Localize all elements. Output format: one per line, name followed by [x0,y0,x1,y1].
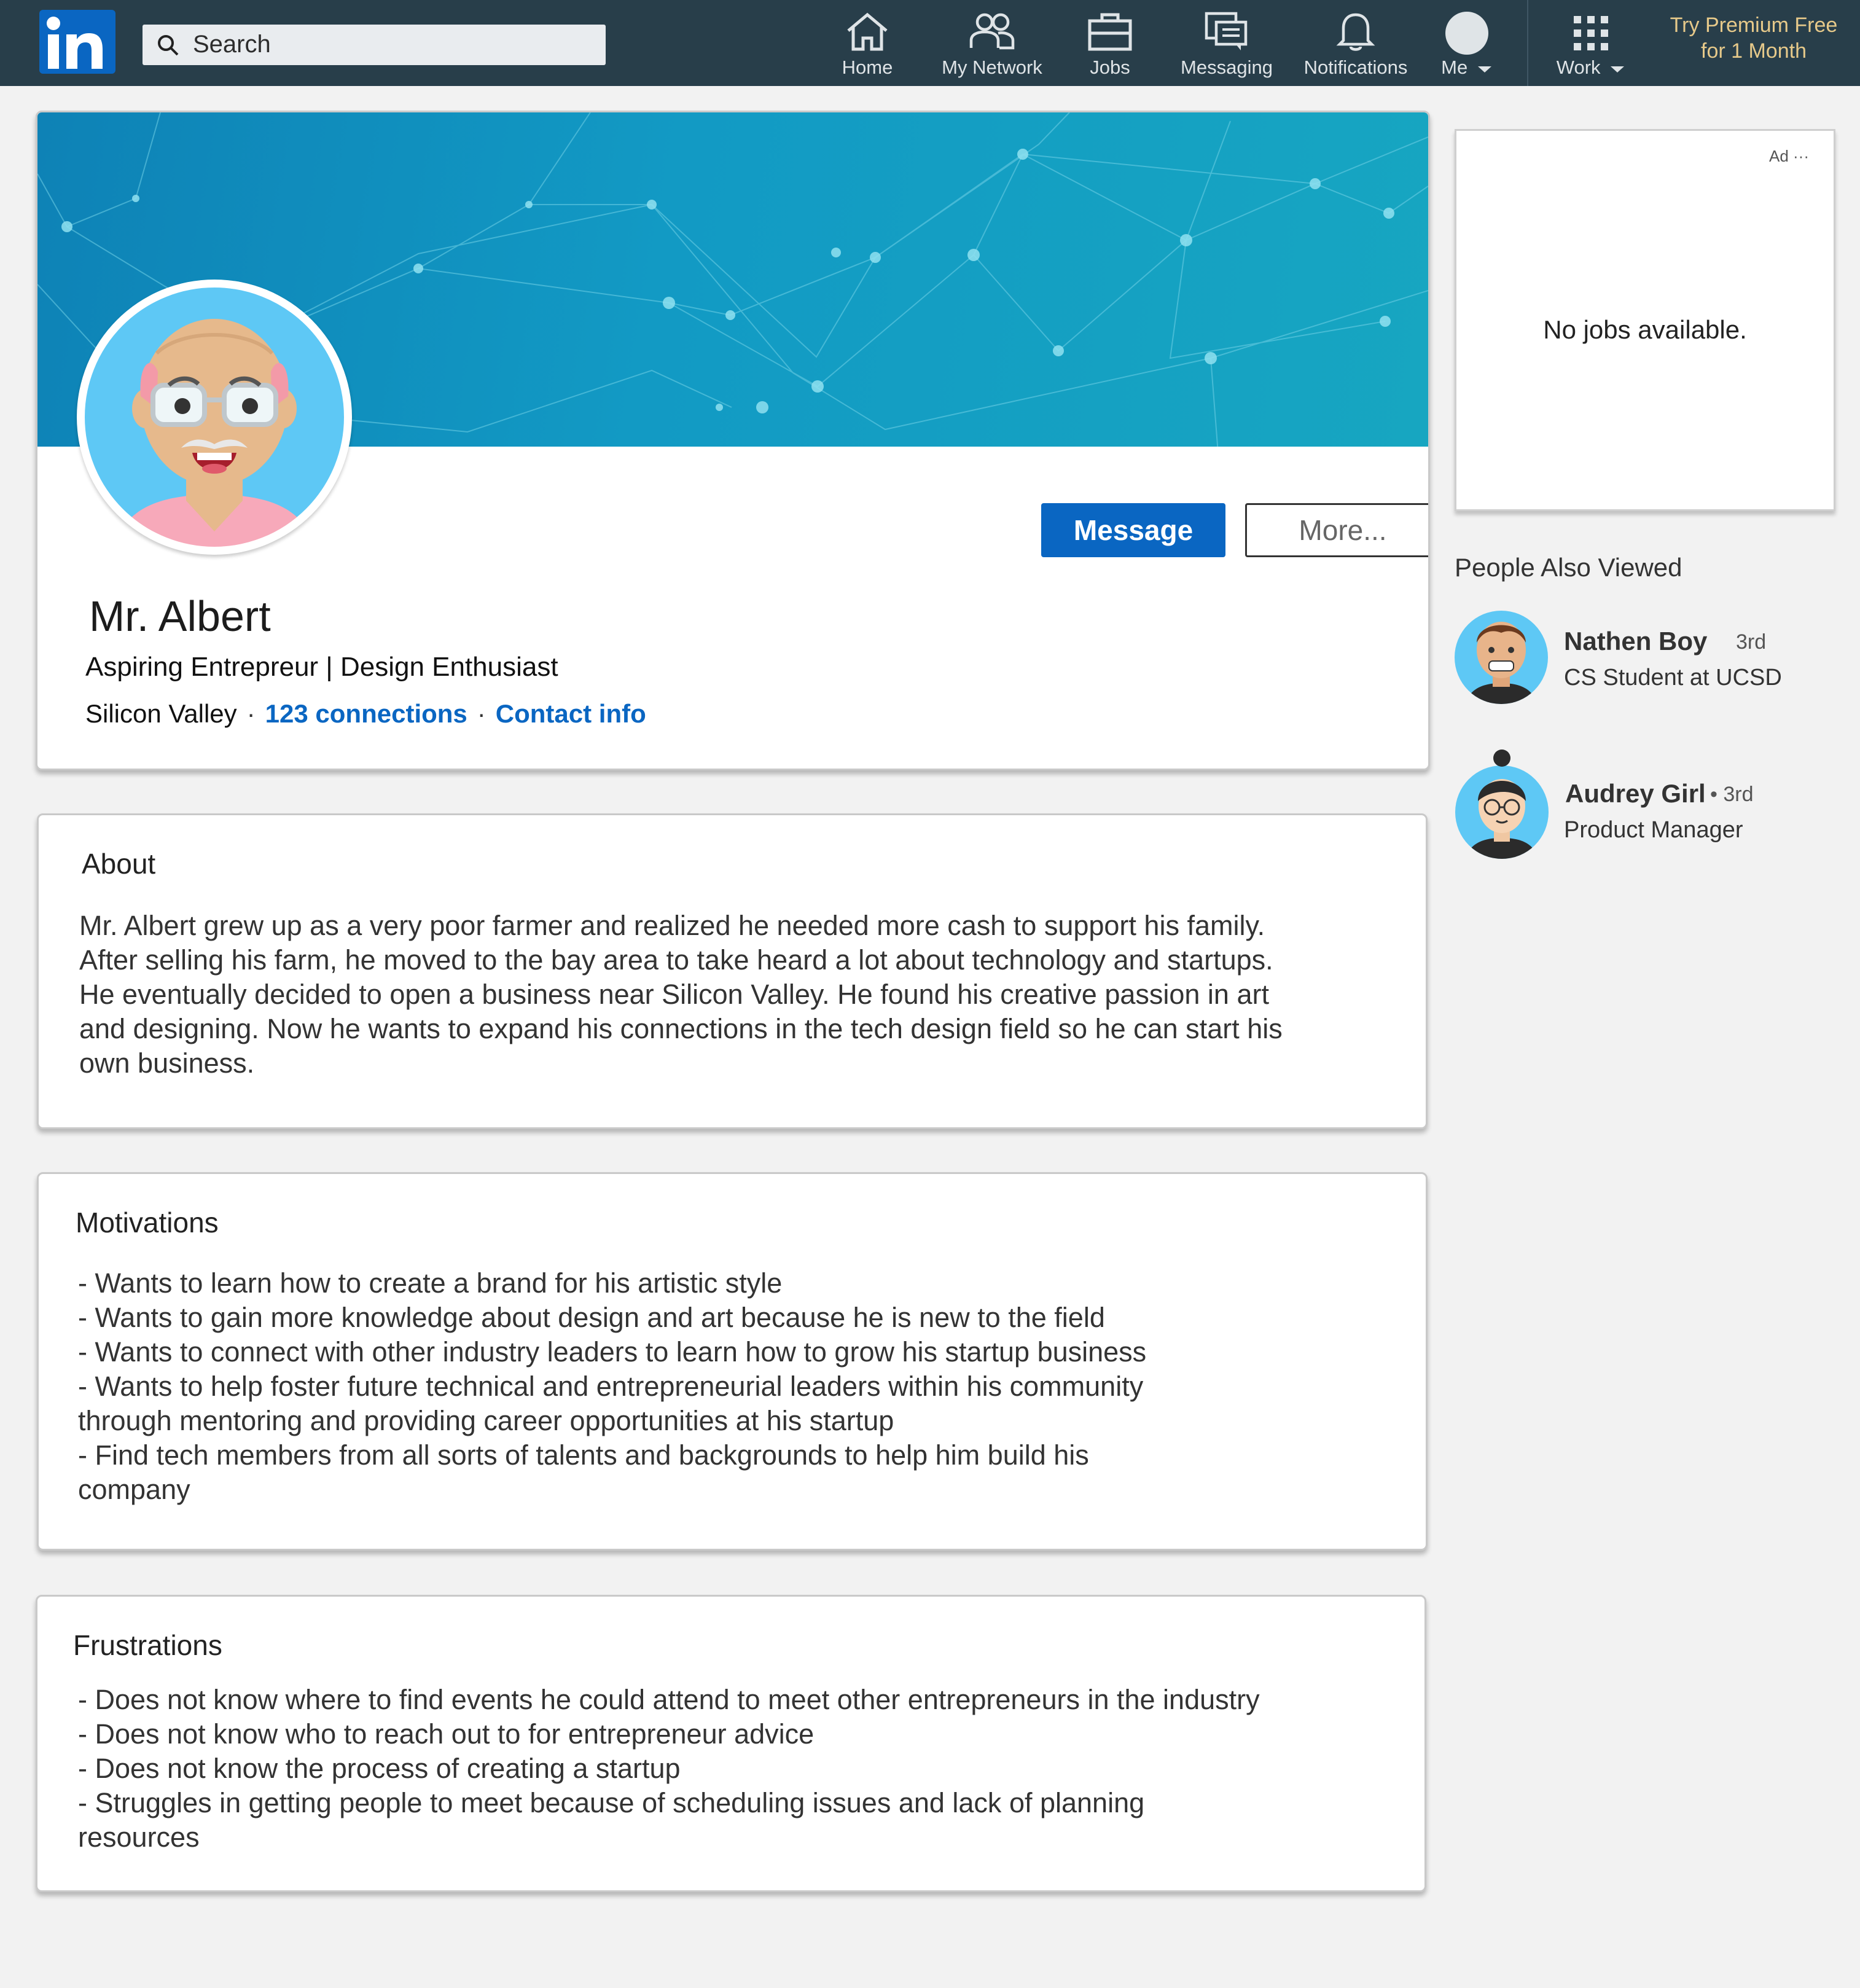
ad-panel: Ad ··· No jobs available. [1455,129,1835,511]
person-name-nathen[interactable]: Nathen Boy [1564,627,1707,656]
linkedin-logo-icon[interactable] [39,10,115,74]
frustrations-title: Frustrations [73,1629,222,1661]
profile-avatar[interactable] [77,280,352,555]
grid-icon [1574,16,1608,50]
premium-line-1: Try Premium Free [1670,14,1838,37]
separator-dot: · [246,699,256,728]
briefcase-icon [1088,13,1132,51]
try-premium-link[interactable]: Try Premium Free for 1 Month [1652,12,1855,64]
top-nav: Search Home My Network Jobs Messaging No… [0,0,1860,86]
contact-info-link[interactable]: Contact info [496,699,646,728]
chevron-down-icon [1611,66,1625,72]
premium-line-2: for 1 Month [1701,39,1807,63]
profile-name: Mr. Albert [89,592,271,640]
motivations-body: - Wants to learn how to create a brand f… [78,1267,1147,1505]
nav-work-label: Work [1556,57,1601,78]
person-role: CS Student at UCSD [1564,665,1782,691]
nav-divider [1527,0,1528,86]
nav-messaging-label: Messaging [1181,57,1273,78]
nav-notifications[interactable]: Notifications [1297,0,1414,86]
profile-card: Message More... Mr. Albert Aspiring Entr… [36,111,1430,770]
nav-home-label: Home [842,57,893,78]
connections-link[interactable]: 123 connections [265,699,467,728]
nav-me-label: Me [1441,57,1468,78]
bald-man-avatar-icon [81,284,348,550]
nav-work[interactable]: Work [1553,0,1629,86]
about-body: Mr. Albert grew up as a very poor farmer… [79,910,1283,1079]
nav-messaging[interactable]: Messaging [1174,0,1279,86]
ad-text: No jobs available. [1543,315,1747,344]
motivations-title: Motivations [76,1207,219,1239]
motivations-section: Motivations - Wants to learn how to crea… [37,1172,1428,1551]
search-icon [158,35,179,56]
search-placeholder: Search [193,31,271,58]
home-icon [847,12,888,51]
search-input[interactable]: Search [143,25,606,65]
person-degree: 3rd [1736,630,1767,654]
frustrations-section: Frustrations - Does not know where to fi… [36,1595,1426,1892]
chevron-down-icon [1477,66,1491,72]
nav-notifications-label: Notifications [1303,57,1408,78]
separator-dot: · [477,699,486,728]
message-button[interactable]: Message [1041,503,1225,557]
bell-icon [1336,13,1375,51]
nav-me[interactable]: Me [1435,0,1499,86]
nathen-avatar-icon[interactable] [1455,607,1548,708]
profile-headline: Aspiring Entrepreur | Design Enthusiast [85,652,558,682]
person-name-audrey[interactable]: Audrey Girl [1565,779,1706,808]
avatar-icon [1445,12,1488,55]
nav-jobs[interactable]: Jobs [1076,0,1144,86]
about-title: About [82,848,156,880]
ad-tag[interactable]: Ad ··· [1769,147,1809,166]
nav-me-label-wrap: Me [1435,57,1499,79]
person-degree: • 3rd [1710,783,1754,806]
more-button[interactable]: More... [1245,503,1428,557]
network-icon [969,13,1015,50]
profile-meta: Silicon Valley · 123 connections · Contact i… [85,699,646,729]
messaging-icon [1205,12,1248,50]
nav-my-network[interactable]: My Network [928,0,1057,86]
frustrations-body: - Does not know where to find events he … [78,1684,1260,1853]
person-role: Product Manager [1564,817,1743,843]
about-section: About Mr. Albert grew up as a very poor … [37,813,1428,1129]
people-also-viewed-title: People Also Viewed [1455,553,1682,582]
nav-jobs-label: Jobs [1090,57,1130,78]
nav-work-label-wrap: Work [1553,57,1629,79]
profile-location: Silicon Valley [85,699,237,728]
audrey-avatar-icon[interactable] [1455,749,1549,860]
nav-home[interactable]: Home [830,0,904,86]
nav-my-network-label: My Network [942,57,1042,78]
